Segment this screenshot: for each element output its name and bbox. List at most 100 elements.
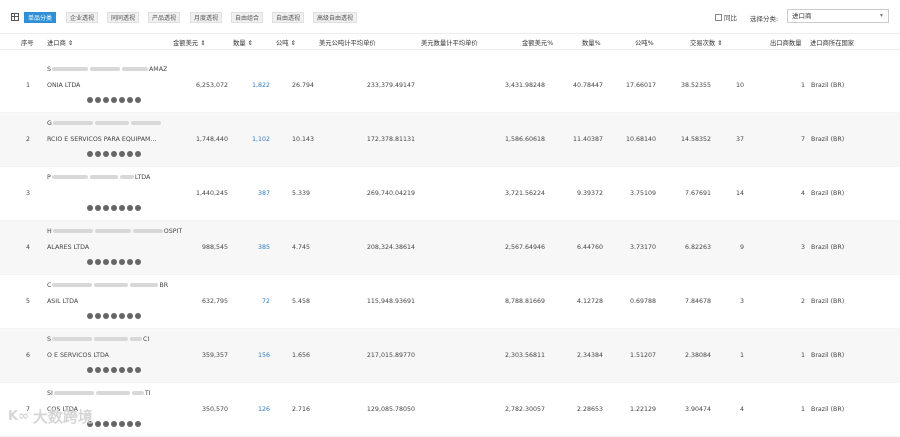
watermark-logo-icon: K∞ — [8, 409, 29, 424]
mail-icon[interactable] — [111, 313, 117, 319]
shield-icon[interactable] — [87, 205, 93, 211]
people-icon[interactable] — [127, 259, 133, 265]
importer-name-prefix: H — [47, 228, 52, 235]
people-icon[interactable] — [127, 205, 133, 211]
people-icon[interactable] — [127, 313, 133, 319]
people-icon[interactable] — [127, 97, 133, 103]
user-icon[interactable] — [95, 97, 101, 103]
user-icon[interactable] — [95, 151, 101, 157]
gear-icon[interactable] — [135, 313, 141, 319]
mail-icon[interactable] — [111, 205, 117, 211]
col-amount-usd[interactable]: 金额美元 ⇕ — [173, 38, 205, 47]
globe-icon[interactable] — [119, 151, 125, 157]
globe-icon[interactable] — [119, 259, 125, 265]
user-icon[interactable] — [95, 421, 101, 427]
table-row[interactable]: S AMAZ ONIA LTDA 1 6,253,072 1,822 26.794 233,3… — [0, 59, 900, 113]
mail-icon[interactable] — [111, 421, 117, 427]
col-trades[interactable]: 交易次数 ⇕ — [690, 38, 722, 47]
importer-name-line1: G — [47, 120, 162, 127]
gear-icon[interactable] — [135, 97, 141, 103]
cell-quantity[interactable]: 126 — [258, 406, 270, 413]
phone-icon[interactable] — [103, 97, 109, 103]
col-quantity[interactable]: 数量 ⇕ — [233, 38, 253, 47]
tab-free-combination[interactable]: 自由组合 — [231, 12, 264, 23]
mail-icon[interactable] — [111, 367, 117, 373]
table-row[interactable]: SI TI COS LTDA 7 350,570 126 2.716 129,085.7805… — [0, 383, 900, 437]
people-icon[interactable] — [127, 367, 133, 373]
shield-icon[interactable] — [87, 313, 93, 319]
globe-icon[interactable] — [119, 97, 125, 103]
importer-name-line2[interactable]: RCIO E SERVICOS PARA EQUIPAM... — [47, 136, 156, 143]
cell-index: 3 — [26, 190, 31, 197]
cell-quantity[interactable]: 156 — [258, 352, 270, 359]
user-icon[interactable] — [95, 367, 101, 373]
compare-checkbox[interactable] — [715, 13, 722, 21]
cell-usd-per-ton: 129,085.78050 — [366, 406, 415, 413]
mail-icon[interactable] — [111, 97, 117, 103]
cell-importer-country: Brazil (BR) — [811, 190, 845, 197]
table-row[interactable]: P LTDA 3 1,440,245 387 5.339 269,740.04219 3,72… — [0, 167, 900, 221]
phone-icon[interactable] — [103, 151, 109, 157]
tab-product-pivot[interactable]: 产品透视 — [148, 12, 181, 23]
col-importer[interactable]: 进口商 ⇕ — [47, 38, 73, 47]
user-icon[interactable] — [95, 205, 101, 211]
importer-name-line2[interactable]: ONIA LTDA — [47, 82, 80, 89]
cell-usd-per-qty: 8,788.81669 — [504, 298, 545, 305]
tab-product-category[interactable]: 单品分类 — [24, 12, 57, 23]
shield-icon[interactable] — [87, 151, 93, 157]
phone-icon[interactable] — [103, 205, 109, 211]
table-view-icon[interactable] — [11, 13, 19, 21]
globe-icon[interactable] — [119, 367, 125, 373]
phone-icon[interactable] — [103, 313, 109, 319]
globe-icon[interactable] — [119, 421, 125, 427]
importer-name-line2[interactable]: ASIL LTDA — [47, 298, 78, 305]
importer-icons — [87, 367, 141, 373]
table-row[interactable]: H OSPIT ALARES LTDA 4 988,545 385 4.745 208,324… — [0, 221, 900, 275]
user-icon[interactable] — [95, 259, 101, 265]
phone-icon[interactable] — [103, 367, 109, 373]
table-row[interactable]: G RCIO E SERVICOS PARA EQUIPAM... 2 1,748,4… — [0, 113, 900, 167]
table-row[interactable]: S CI O E SERVICOS LTDA 6 359,357 156 1.656 217,… — [0, 329, 900, 383]
importer-name-line2[interactable]: ALARES LTDA — [47, 244, 89, 251]
people-icon[interactable] — [127, 421, 133, 427]
importer-name-prefix: P — [47, 174, 51, 181]
cell-quantity[interactable]: 387 — [258, 190, 270, 197]
tab-company-pivot[interactable]: 企业透视 — [66, 12, 99, 23]
gear-icon[interactable] — [135, 151, 141, 157]
shield-icon[interactable] — [87, 259, 93, 265]
table-row[interactable]: C BR ASIL LTDA 5 632,795 72 5.458 115,948.93691… — [0, 275, 900, 329]
cell-quantity[interactable]: 385 — [258, 244, 270, 251]
col-tons[interactable]: 公吨 ⇕ — [276, 38, 296, 47]
gear-icon[interactable] — [135, 421, 141, 427]
cell-amount-usd: 350,570 — [201, 406, 228, 413]
gear-icon[interactable] — [135, 367, 141, 373]
cell-quantity[interactable]: 1,822 — [252, 82, 270, 89]
cell-usd-per-qty: 3,431.98248 — [504, 82, 545, 89]
tab-free-pivot[interactable]: 自由透视 — [272, 12, 305, 23]
gear-icon[interactable] — [135, 205, 141, 211]
col-exporter-count: 出口商数量 — [770, 40, 802, 47]
tab-advanced-free-pivot[interactable]: 高级自由透视 — [313, 12, 358, 23]
category-select[interactable]: 进口商 ▾ — [787, 9, 889, 23]
globe-icon[interactable] — [119, 313, 125, 319]
redacted-text — [52, 67, 88, 71]
phone-icon[interactable] — [103, 421, 109, 427]
compare-toggle[interactable]: 同比 — [715, 12, 737, 22]
tab-monthly-pivot[interactable]: 月度透视 — [190, 12, 223, 23]
mail-icon[interactable] — [111, 151, 117, 157]
importer-name-line2[interactable]: O E SERVICOS LTDA — [47, 352, 109, 359]
cell-quantity[interactable]: 1,102 — [252, 136, 270, 143]
cell-usd-per-ton: 208,324.38614 — [366, 244, 415, 251]
gear-icon[interactable] — [135, 259, 141, 265]
shield-icon[interactable] — [87, 97, 93, 103]
cell-index: 2 — [26, 136, 31, 143]
tab-peer-pivot[interactable]: 同同透视 — [107, 12, 140, 23]
shield-icon[interactable] — [87, 367, 93, 373]
people-icon[interactable] — [127, 151, 133, 157]
user-icon[interactable] — [95, 313, 101, 319]
mail-icon[interactable] — [111, 259, 117, 265]
phone-icon[interactable] — [103, 259, 109, 265]
cell-quantity[interactable]: 72 — [262, 298, 270, 305]
globe-icon[interactable] — [119, 205, 125, 211]
cell-exporter-count: 3 — [800, 244, 805, 251]
